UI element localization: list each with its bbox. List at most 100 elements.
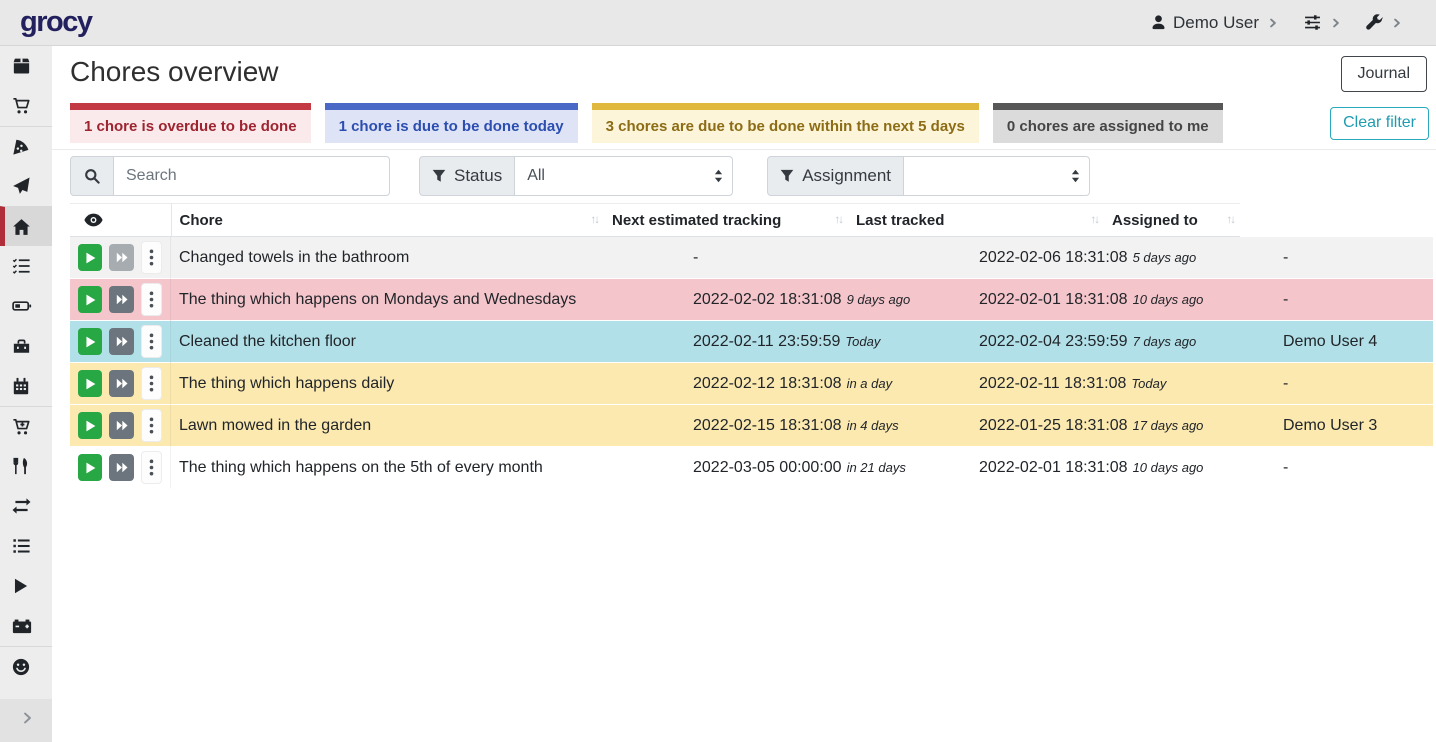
- skip-next-chore-schedule-button[interactable]: [109, 412, 133, 439]
- utensils-icon: [12, 457, 30, 475]
- assigned-to-cell: -: [1275, 363, 1433, 405]
- assignment-select[interactable]: [904, 156, 1090, 196]
- row-context-menu-button[interactable]: [141, 367, 162, 400]
- chore-name: The thing which happens daily: [179, 375, 394, 392]
- last-tracked-cell: 2022-01-25 18:31:0817 days ago: [971, 405, 1275, 447]
- topbar-menu: Demo User: [1151, 13, 1402, 33]
- track-chore-execution-button[interactable]: [78, 244, 102, 271]
- assigned-to-cell: Demo User 3: [1275, 405, 1433, 447]
- sidebar-item-home[interactable]: [0, 206, 52, 246]
- journal-button[interactable]: Journal: [1341, 56, 1427, 92]
- chore-name: Changed towels in the bathroom: [179, 249, 409, 266]
- chore-name-cell: Lawn mowed in the garden: [171, 405, 685, 447]
- column-visibility-header[interactable]: [70, 204, 171, 237]
- list-icon: [12, 537, 31, 555]
- clear-filter-button[interactable]: Clear filter: [1330, 107, 1429, 140]
- track-chore-execution-button[interactable]: [78, 286, 102, 313]
- sort-icon: ↑↓: [591, 214, 599, 226]
- paper-plane-icon: [12, 177, 30, 195]
- search-group: [70, 156, 390, 196]
- sidebar-item-toolbox[interactable]: [0, 326, 52, 366]
- row-context-menu-button[interactable]: [141, 451, 162, 484]
- relative-time: 7 days ago: [1133, 334, 1197, 349]
- sidebar-expand-toggle[interactable]: [0, 699, 52, 742]
- assignment-filter-group: Assignment: [767, 156, 1090, 196]
- row-controls: [78, 241, 162, 274]
- sidebar-item-list[interactable]: [0, 526, 52, 566]
- row-context-menu-button[interactable]: [141, 283, 162, 316]
- banner-overdue[interactable]: 1 chore is overdue to be done: [70, 103, 311, 143]
- column-header-next-estimated-tracking[interactable]: Next estimated tracking ↑↓: [604, 204, 848, 237]
- timestamp: 2022-01-25 18:31:08: [979, 417, 1128, 434]
- sidebar-item-smiley[interactable]: [0, 646, 52, 686]
- status-select-value: All: [527, 167, 545, 185]
- sidebar-item-car-battery[interactable]: [0, 606, 52, 646]
- column-header-chore[interactable]: Chore ↑↓: [171, 204, 604, 237]
- banner-assigned-to-me[interactable]: 0 chores are assigned to me: [993, 103, 1223, 143]
- chore-name-cell: Changed towels in the bathroom: [171, 237, 685, 279]
- row-context-menu-button[interactable]: [141, 325, 162, 358]
- skip-next-chore-schedule-button[interactable]: [109, 286, 133, 313]
- column-header-assigned-to[interactable]: Assigned to ↑↓: [1104, 204, 1240, 237]
- exchange-icon: [12, 497, 31, 515]
- row-controls-cell: [70, 321, 171, 363]
- status-select[interactable]: All: [515, 156, 733, 196]
- admin-menu[interactable]: [1366, 14, 1402, 31]
- track-chore-execution-button[interactable]: [78, 454, 102, 481]
- title-row: Chores overview Journal: [52, 46, 1436, 103]
- sidebar-item-calendar[interactable]: [0, 366, 52, 406]
- row-context-menu-button[interactable]: [141, 241, 162, 274]
- filter-icon: [780, 169, 794, 183]
- search-input[interactable]: [114, 156, 390, 196]
- column-header-last-tracked[interactable]: Last tracked ↑↓: [848, 204, 1104, 237]
- chore-row: Lawn mowed in the garden2022-02-15 18:31…: [70, 405, 1433, 447]
- search-icon: [84, 168, 100, 184]
- assigned-user: -: [1283, 249, 1288, 266]
- app-logo[interactable]: grocy: [20, 8, 91, 37]
- row-context-menu-button[interactable]: [141, 409, 162, 442]
- row-controls: [78, 325, 162, 358]
- settings-menu[interactable]: [1303, 14, 1341, 31]
- relative-time: in 4 days: [847, 418, 899, 433]
- box-icon: [12, 57, 31, 75]
- sort-icon: ↑↓: [835, 214, 843, 226]
- banner-text: 1 chore is overdue to be done: [84, 118, 297, 135]
- pizza-slice-icon: [12, 138, 30, 156]
- wrench-icon: [1366, 14, 1383, 31]
- banner-due-soon[interactable]: 3 chores are due to be done within the n…: [592, 103, 979, 143]
- status-banners: 1 chore is overdue to be done 1 chore is …: [52, 103, 1436, 143]
- timestamp: 2022-03-05 00:00:00: [693, 459, 842, 476]
- assigned-user: -: [1283, 459, 1288, 476]
- sidebar-item-paper-plane[interactable]: [0, 166, 52, 206]
- sidebar-item-exchange[interactable]: [0, 486, 52, 526]
- sidebar-item-battery[interactable]: [0, 286, 52, 326]
- assigned-user: -: [1283, 291, 1288, 308]
- banner-due-today[interactable]: 1 chore is due to be done today: [325, 103, 578, 143]
- user-menu[interactable]: Demo User: [1151, 13, 1278, 33]
- track-chore-execution-button[interactable]: [78, 328, 102, 355]
- sidebar-item-utensils[interactable]: [0, 446, 52, 486]
- skip-next-chore-schedule-button[interactable]: [109, 244, 133, 271]
- track-chore-execution-button[interactable]: [78, 370, 102, 397]
- sidebar-item-box[interactable]: [0, 46, 52, 86]
- last-tracked-cell: 2022-02-11 18:31:08Today: [971, 363, 1275, 405]
- assigned-to-cell: -: [1275, 447, 1433, 489]
- user-icon: [1151, 15, 1166, 30]
- assigned-to-cell: Demo User 4: [1275, 321, 1433, 363]
- banner-text: 3 chores are due to be done within the n…: [606, 118, 965, 135]
- caret-updown-icon: [714, 170, 723, 183]
- skip-next-chore-schedule-button[interactable]: [109, 328, 133, 355]
- sidebar-item-checklist[interactable]: [0, 246, 52, 286]
- skip-next-chore-schedule-button[interactable]: [109, 370, 133, 397]
- sidebar-item-shopping-cart[interactable]: [0, 86, 52, 126]
- assigned-user: -: [1283, 375, 1288, 392]
- assignment-filter-label: Assignment: [802, 166, 891, 186]
- eye-icon: [84, 213, 163, 227]
- skip-next-chore-schedule-button[interactable]: [109, 454, 133, 481]
- sidebar-item-play[interactable]: [0, 566, 52, 606]
- chore-row: The thing which happens on Mondays and W…: [70, 279, 1433, 321]
- sidebar-item-pizza-slice[interactable]: [0, 126, 52, 166]
- chore-name-cell: The thing which happens daily: [171, 363, 685, 405]
- track-chore-execution-button[interactable]: [78, 412, 102, 439]
- sidebar-item-cart-plus[interactable]: [0, 406, 52, 446]
